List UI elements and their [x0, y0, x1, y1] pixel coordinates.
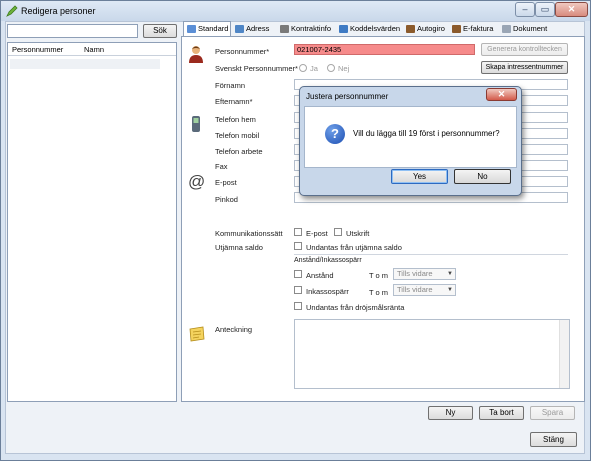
nej-label: Nej	[338, 64, 350, 73]
tab-label: Adress	[246, 24, 270, 33]
tab-label: Standard	[198, 24, 229, 33]
at-icon: @	[188, 172, 206, 191]
select-value: Tills vidare	[397, 269, 433, 278]
dialog-title: Justera personnummer	[306, 92, 389, 101]
telefon-hem-label: Telefon hem	[215, 115, 256, 124]
minimize-button[interactable]: –	[515, 2, 535, 17]
person-icon	[189, 46, 203, 63]
anstand-group-label: Anstånd/Inkassospärr	[294, 257, 362, 264]
generera-kontrolltecken-button[interactable]: Generera kontrolltecken	[481, 43, 568, 56]
inkassosparr-checkbox[interactable]	[294, 286, 302, 294]
telefon-arbete-label: Telefon arbete	[215, 147, 263, 156]
inkassosparr-checkbox-label: Inkassospärr	[306, 287, 349, 296]
ja-label: Ja	[310, 64, 318, 73]
kommunikationssatt-label: Kommunikationssätt	[215, 229, 283, 238]
ta-bort-button[interactable]: Ta bort	[479, 406, 524, 420]
standard-icon	[187, 25, 196, 33]
tab-label: Koddelsvärden	[350, 24, 401, 33]
tab-dokument[interactable]: Dokument	[499, 22, 549, 36]
column-personnummer[interactable]: Personnummer	[12, 45, 63, 54]
anstand-checkbox-label: Anstånd	[306, 271, 334, 280]
anteckning-label: Anteckning	[215, 325, 253, 334]
close-button[interactable]: ✕	[555, 2, 588, 17]
window-title: Redigera personer	[21, 6, 96, 16]
note-icon	[189, 326, 205, 342]
utjamna-saldo-label: Utjämna saldo	[215, 243, 263, 252]
app-pencil-icon	[6, 5, 18, 17]
tab-label: Kontraktinfo	[291, 24, 332, 33]
svenskt-personnummer-label: Svenskt Personnummer*	[215, 64, 298, 73]
chevron-down-icon: ▼	[447, 271, 453, 277]
question-icon: ?	[325, 124, 345, 144]
autogiro-icon	[406, 25, 415, 33]
tab-kontraktinfo[interactable]: Kontraktinfo	[277, 22, 334, 36]
tab-standard[interactable]: Standard	[183, 21, 231, 37]
epost-checkbox[interactable]	[294, 228, 302, 236]
pinkod-label: Pinkod	[215, 195, 238, 204]
inkasso-tom-select[interactable]: Tills vidare ▼	[393, 284, 456, 296]
document-icon	[502, 25, 511, 33]
yes-button[interactable]: Yes	[391, 169, 448, 184]
phone-icon	[192, 116, 200, 132]
no-button[interactable]: No	[454, 169, 511, 184]
efaktura-icon	[452, 25, 461, 33]
epost-checkbox-label: E-post	[306, 229, 328, 238]
person-list[interactable]: Personnummer Namn	[7, 42, 177, 402]
anstand-tom-select[interactable]: Tills vidare ▼	[393, 268, 456, 280]
tab-autogiro[interactable]: Autogiro	[403, 22, 449, 36]
personnummer-label: Personnummer*	[215, 47, 270, 56]
stang-button[interactable]: Stäng	[530, 432, 577, 447]
telefon-mobil-label: Telefon mobil	[215, 131, 260, 140]
tab-bar: Standard Adress Kontraktinfo Koddelsvärd…	[181, 21, 585, 37]
contract-icon	[280, 25, 289, 33]
address-icon	[235, 25, 244, 33]
select-value: Tills vidare	[397, 285, 433, 294]
list-header: Personnummer Namn	[8, 43, 176, 56]
undantas-utjamna-label: Undantas från utjämna saldo	[306, 243, 402, 252]
chevron-down-icon: ▼	[447, 287, 453, 293]
anstand-checkbox[interactable]	[294, 270, 302, 278]
tom-label-2: T o m	[369, 288, 389, 297]
tab-label: Autogiro	[417, 24, 445, 33]
group-divider	[294, 254, 568, 255]
spara-button[interactable]: Spara	[530, 406, 575, 420]
maximize-button[interactable]: ▭	[535, 2, 555, 17]
column-namn[interactable]: Namn	[84, 45, 104, 54]
utskrift-checkbox-label: Utskrift	[346, 229, 370, 238]
tom-label-1: T o m	[369, 271, 389, 280]
ny-button[interactable]: Ny	[428, 406, 473, 420]
tab-label: Dokument	[513, 24, 548, 33]
list-item[interactable]	[10, 59, 160, 69]
tab-adress[interactable]: Adress	[232, 22, 276, 36]
table-icon	[339, 25, 348, 33]
tab-koddelsvarden[interactable]: Koddelsvärden	[336, 22, 402, 36]
skapa-intressentnummer-button[interactable]: Skapa intressentnummer	[481, 61, 568, 74]
scrollbar[interactable]	[559, 320, 569, 388]
title-bar[interactable]: Redigera personer – ▭ ✕	[1, 1, 590, 21]
search-button[interactable]: Sök	[143, 24, 177, 38]
undantas-utjamna-checkbox[interactable]	[294, 242, 302, 250]
utskrift-checkbox[interactable]	[334, 228, 342, 236]
ja-radio[interactable]	[299, 64, 307, 72]
anteckning-textarea[interactable]	[294, 319, 570, 389]
epost-label: E-post	[215, 178, 237, 187]
fornamn-label: Förnamn	[215, 81, 246, 90]
justera-personnummer-dialog: Justera personnummer ✕ ? Vill du lägga t…	[299, 86, 522, 196]
undantas-drojsmal-checkbox[interactable]	[294, 302, 302, 310]
tab-label: E-faktura	[463, 24, 494, 33]
undantas-drojsmal-label: Undantas från dröjsmålsränta	[306, 303, 405, 312]
fax-label: Fax	[215, 162, 228, 171]
search-input[interactable]	[7, 24, 138, 38]
personnummer-field[interactable]: 021007-2435	[294, 44, 475, 55]
nej-radio[interactable]	[327, 64, 335, 72]
dialog-message: Vill du lägga till 19 först i personnumm…	[353, 129, 500, 138]
dialog-close-button[interactable]: ✕	[486, 88, 517, 101]
dialog-body: ? Vill du lägga till 19 först i personnu…	[304, 106, 517, 168]
tab-efaktura[interactable]: E-faktura	[449, 22, 497, 36]
efternamn-label: Efternamn*	[215, 97, 253, 106]
